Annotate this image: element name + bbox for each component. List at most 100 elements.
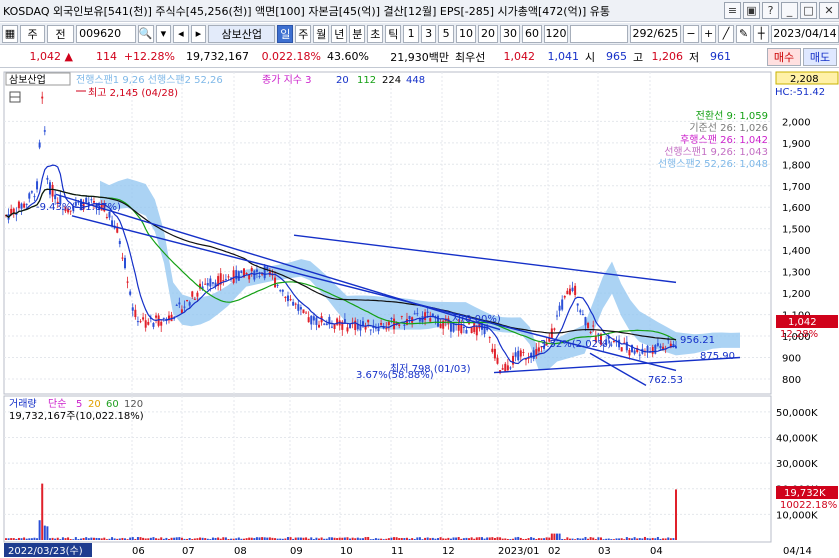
maximize-icon[interactable]: □ [800,2,817,19]
draw-icon[interactable]: ╱ [718,24,734,43]
volume-bar [548,537,551,540]
interval-1[interactable]: 1 [403,24,419,43]
candle-body [496,357,499,364]
candle-body [279,290,282,292]
candle-body [191,291,194,297]
stock-tab[interactable]: 삼보산업 [9,73,46,86]
volume-ma-5: 5 [76,399,82,410]
candle-body [175,304,178,306]
candle-body [134,309,137,318]
period-second[interactable]: 초 [367,24,384,43]
volume-bar [413,538,416,540]
low-price: 961 [710,50,731,63]
menu-icon[interactable]: ≡ [724,2,741,19]
candle-body [597,333,600,335]
volume-mode: 단순 [48,398,66,410]
period-year[interactable]: 년 [331,24,348,43]
next-stock-icon[interactable]: ▸ [190,24,207,43]
volume-bar [369,539,372,540]
candle-body [346,327,349,332]
buy-button[interactable]: 매수 [767,47,801,66]
candle-body [654,345,657,354]
low-label: 저 [689,50,700,64]
volume-bar [268,537,271,540]
volume-bar [274,538,277,540]
period-tick[interactable]: 틱 [385,24,402,43]
candle-body [204,283,207,285]
candle-body [142,317,145,320]
volume-bar [341,537,344,540]
date-input[interactable]: 2023/04/14 [770,24,839,43]
volume-bar [186,538,189,540]
layout-icon[interactable]: ▣ [743,2,760,19]
zoom-in-icon[interactable]: + [700,24,717,43]
volume-bar [649,538,652,540]
volume-bar [74,537,77,540]
candle-body [581,314,584,316]
current-pct-box: 12.28% [780,329,818,340]
candle-body [659,345,662,349]
interval-3[interactable]: 3 [420,24,437,43]
prev-stock-icon[interactable]: ◂ [173,24,189,43]
interval-input[interactable] [569,24,628,43]
sell-button[interactable]: 매도 [803,47,837,66]
candle-body [522,351,525,353]
period-minute[interactable]: 분 [349,24,366,43]
volume-bar [320,537,323,540]
volume-bar [72,539,75,540]
price-tick-label: 1,900 [782,139,811,150]
price-chart[interactable]: 2,000 1,900 1,800 1,700 1,600 1,500 1,400 1,300… [0,69,839,558]
close-icon[interactable]: ✕ [819,2,839,19]
volume-bar [149,537,152,540]
candle-body [188,302,191,306]
candle-body [183,306,186,308]
market-mode-select[interactable]: 전 [47,24,75,43]
volume-bar [129,537,132,540]
candle-body [413,313,416,315]
volume-bar [157,538,160,540]
minimize-icon[interactable]: _ [781,2,798,19]
interval-10[interactable]: 10 [455,24,476,43]
grid-icon[interactable]: ▦ [2,24,18,43]
interval-120[interactable]: 120 [543,24,568,43]
volume-bar [48,538,51,540]
interval-5[interactable]: 5 [438,24,454,43]
candle-body [33,196,36,198]
volume-bar [85,537,88,540]
candle-body [377,328,380,332]
chart-area[interactable]: 2,000 1,900 1,800 1,700 1,600 1,500 1,400 1,300… [0,69,839,558]
help-icon[interactable]: ? [762,2,779,19]
search-icon[interactable]: 🔍 [137,24,154,43]
candle-body [532,350,535,359]
zoom-out-icon[interactable]: − [683,24,699,43]
volume-ratio: 0.022.18% [261,50,321,63]
volume-bar [279,538,282,540]
candle-body [276,284,279,286]
volume-bar [206,538,209,540]
chart-type-select[interactable]: 주 [20,24,46,43]
candle-body [211,282,214,284]
volume-bar [305,537,308,540]
interval-60[interactable]: 60 [521,24,542,43]
volume-bar [209,539,212,540]
candle-body [227,276,230,278]
candle-body [576,303,579,306]
volume-bar [80,538,83,540]
stock-list-icon[interactable]: ▾ [155,24,172,43]
crosshair-icon[interactable]: ┼ [753,24,769,43]
tool-icon[interactable]: ✎ [735,24,752,43]
period-week[interactable]: 주 [295,24,312,43]
volume-bar [470,537,473,540]
candle-body [390,317,393,319]
count-display[interactable]: 292/625 [629,24,682,43]
interval-20[interactable]: 20 [477,24,498,43]
volume-bar [491,537,494,540]
period-day[interactable]: 일 [277,24,294,43]
volume-bar [592,537,595,540]
volume-bar [299,537,302,540]
period-month[interactable]: 월 [313,24,330,43]
stock-code-input[interactable]: 009620 [76,24,136,43]
month-tick-label: 10 [340,546,353,557]
candle-body [491,348,494,352]
interval-30[interactable]: 30 [499,24,520,43]
